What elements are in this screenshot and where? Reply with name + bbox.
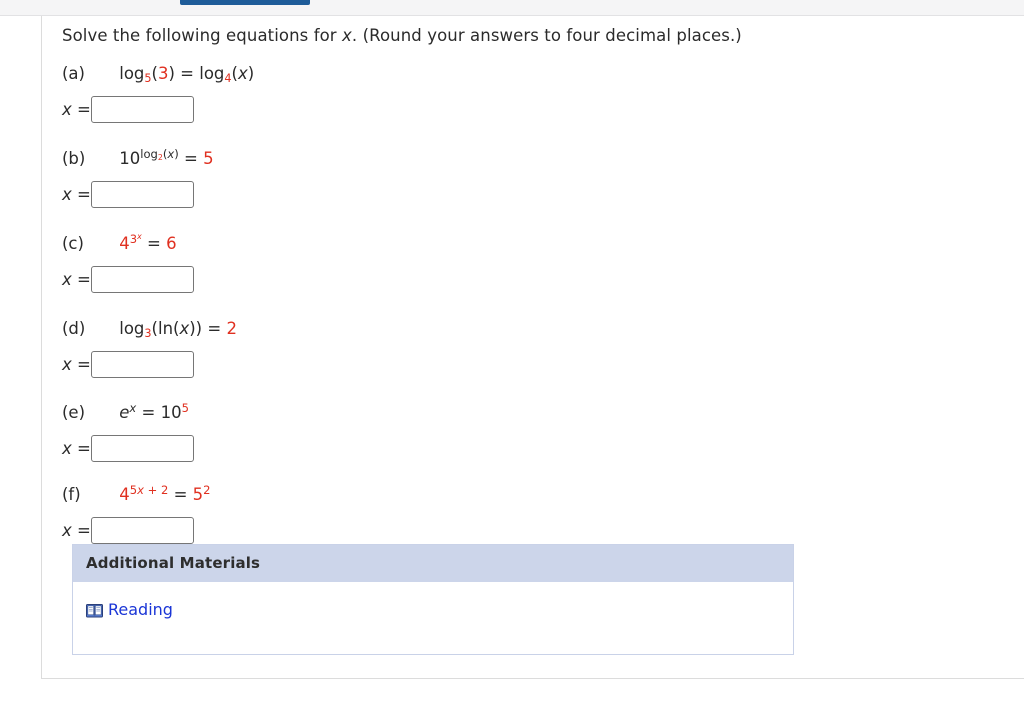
book-icon — [86, 603, 103, 618]
equation-e-math: ex = 105 — [119, 401, 189, 422]
equation-a: (a) log5(3) = log4(x) — [62, 64, 762, 92]
question-part-b: (b) 10log2(x) = 5 x = — [62, 147, 762, 211]
prompt-text-after: . (Round your answers to four decimal pl… — [351, 26, 742, 45]
answer-row-f: x = — [62, 517, 762, 547]
answer-input-c[interactable] — [91, 266, 195, 293]
answer-row-b: x = — [62, 181, 762, 211]
question-part-e: (e) ex = 105 x = — [62, 401, 762, 465]
active-tab-indicator[interactable] — [180, 0, 310, 5]
answer-row-c: x = — [62, 266, 762, 296]
additional-materials-reading-link[interactable]: Reading — [86, 600, 173, 619]
question-part-d: (d) log3(ln(x)) = 2 x = — [62, 319, 762, 381]
answer-label-b: x = — [62, 185, 91, 204]
additional-materials-panel: Additional Materials Reading — [72, 544, 794, 655]
part-label-e: (e) — [62, 403, 86, 422]
answer-label-a: x = — [62, 100, 91, 119]
equation-f-math: 45x + 2 = 52 — [119, 483, 211, 504]
answer-input-b[interactable] — [91, 181, 195, 208]
equation-a-math: log5(3) = log4(x) — [119, 64, 255, 86]
equation-d: (d) log3(ln(x)) = 2 — [62, 319, 762, 347]
equation-e: (e) ex = 105 — [62, 401, 762, 431]
answer-input-f[interactable] — [91, 517, 195, 544]
browser-top-strip — [0, 0, 1024, 16]
equation-c: (c) 43x = 6 — [62, 232, 762, 262]
equation-b-math: 10log2(x) = 5 — [119, 147, 214, 168]
additional-materials-body: Reading — [73, 582, 793, 654]
equation-d-math: log3(ln(x)) = 2 — [119, 319, 237, 341]
equation-b: (b) 10log2(x) = 5 — [62, 147, 762, 177]
part-label-a: (a) — [62, 64, 85, 83]
answer-row-d: x = — [62, 351, 762, 381]
answer-row-a: x = — [62, 96, 762, 126]
part-label-d: (d) — [62, 319, 86, 338]
answer-row-e: x = — [62, 435, 762, 465]
question-panel: Solve the following equations for x. (Ro… — [41, 16, 1024, 679]
part-label-c: (c) — [62, 234, 84, 253]
answer-input-a[interactable] — [91, 96, 195, 123]
answer-label-c: x = — [62, 270, 91, 289]
answer-label-d: x = — [62, 355, 91, 374]
page-title: Solve the following equations for x. (Ro… — [62, 26, 742, 45]
prompt-variable: x — [342, 26, 352, 45]
part-label-f: (f) — [62, 485, 81, 504]
equation-f: (f) 45x + 2 = 52 — [62, 483, 762, 513]
answer-label-f: x = — [62, 521, 91, 540]
prompt-text-before: Solve the following equations for — [62, 26, 343, 45]
answer-label-e: x = — [62, 439, 91, 458]
equation-c-math: 43x = 6 — [119, 232, 177, 253]
answer-input-e[interactable] — [91, 435, 195, 462]
question-part-c: (c) 43x = 6 x = — [62, 232, 762, 296]
additional-materials-header: Additional Materials — [73, 545, 793, 582]
part-label-b: (b) — [62, 149, 86, 168]
question-part-f: (f) 45x + 2 = 52 x = — [62, 483, 762, 547]
answer-input-d[interactable] — [91, 351, 195, 378]
additional-materials-reading-label: Reading — [108, 600, 173, 619]
question-part-a: (a) log5(3) = log4(x) x = — [62, 64, 762, 126]
